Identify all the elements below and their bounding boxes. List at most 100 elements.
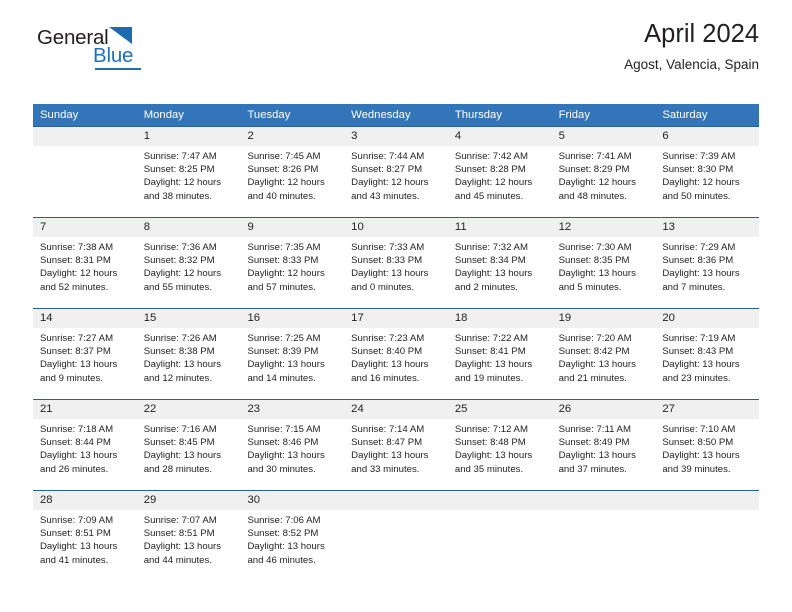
day-cell[interactable]: 18 Sunrise: 7:22 AM Sunset: 8:41 PM Dayl… bbox=[447, 309, 552, 399]
sunrise-text: Sunrise: 7:25 AM bbox=[247, 333, 321, 344]
day-cell[interactable]: 22 Sunrise: 7:16 AM Sunset: 8:45 PM Dayl… bbox=[136, 400, 241, 490]
day-details: Sunrise: 7:10 AM Sunset: 8:50 PM Dayligh… bbox=[655, 419, 759, 476]
daylight-text-line1: Daylight: 13 hours bbox=[454, 268, 533, 280]
weekday-header-wednesday: Wednesday bbox=[351, 109, 411, 121]
day-details: Sunrise: 7:06 AM Sunset: 8:52 PM Dayligh… bbox=[240, 510, 344, 567]
day-details: Sunrise: 7:44 AM Sunset: 8:27 PM Dayligh… bbox=[344, 146, 448, 203]
sunrise-text: Sunrise: 7:22 AM bbox=[454, 333, 528, 344]
calendar-week: 14 Sunrise: 7:27 AM Sunset: 8:37 PM Dayl… bbox=[33, 308, 760, 399]
day-number: 13 bbox=[655, 218, 760, 237]
sunset-text: Sunset: 8:33 PM bbox=[351, 255, 423, 267]
day-cell[interactable]: 4 Sunrise: 7:42 AM Sunset: 8:28 PM Dayli… bbox=[447, 127, 552, 217]
day-details: Sunrise: 7:47 AM Sunset: 8:25 PM Dayligh… bbox=[137, 146, 241, 203]
daylight-text-line1: Daylight: 13 hours bbox=[454, 359, 533, 371]
daylight-text-line2: and 50 minutes. bbox=[662, 190, 731, 202]
day-cell[interactable]: 1 Sunrise: 7:47 AM Sunset: 8:25 PM Dayli… bbox=[136, 127, 241, 217]
day-cell[interactable]: 27 Sunrise: 7:10 AM Sunset: 8:50 PM Dayl… bbox=[655, 400, 760, 490]
daylight-text-line1: Daylight: 12 hours bbox=[40, 268, 118, 280]
day-cell[interactable]: 13 Sunrise: 7:29 AM Sunset: 8:36 PM Dayl… bbox=[655, 218, 760, 308]
day-details: Sunrise: 7:18 AM Sunset: 8:44 PM Dayligh… bbox=[33, 419, 137, 476]
day-cell[interactable]: 15 Sunrise: 7:26 AM Sunset: 8:38 PM Dayl… bbox=[136, 309, 241, 399]
sunrise-text: Sunrise: 7:32 AM bbox=[454, 242, 528, 253]
calendar-grid: Sunday Monday Tuesday Wednesday Thursday… bbox=[33, 104, 760, 581]
day-cell[interactable]: 6 Sunrise: 7:39 AM Sunset: 8:30 PM Dayli… bbox=[655, 127, 760, 217]
day-cell[interactable]: 26 Sunrise: 7:11 AM Sunset: 8:49 PM Dayl… bbox=[551, 400, 656, 490]
daylight-text-line1: Daylight: 13 hours bbox=[558, 359, 636, 371]
daylight-text-line2: and 19 minutes. bbox=[454, 372, 524, 384]
triangle-icon bbox=[109, 27, 132, 44]
day-cell[interactable]: 12 Sunrise: 7:30 AM Sunset: 8:35 PM Dayl… bbox=[551, 218, 656, 308]
day-cell[interactable] bbox=[655, 491, 760, 581]
sunrise-text: Sunrise: 7:30 AM bbox=[558, 242, 632, 253]
general-blue-logo[interactable]: General Blue bbox=[33, 26, 183, 74]
daylight-text-line1: Daylight: 13 hours bbox=[143, 359, 222, 371]
daylight-text-line1: Daylight: 12 hours bbox=[454, 177, 533, 189]
day-details: Sunrise: 7:41 AM Sunset: 8:29 PM Dayligh… bbox=[552, 146, 656, 203]
daylight-text-line1: Daylight: 13 hours bbox=[143, 450, 222, 462]
sunrise-text: Sunrise: 7:23 AM bbox=[351, 333, 425, 344]
day-number: 14 bbox=[33, 309, 137, 328]
daylight-text-line2: and 28 minutes. bbox=[143, 463, 212, 475]
day-cell[interactable]: 21 Sunrise: 7:18 AM Sunset: 8:44 PM Dayl… bbox=[33, 400, 137, 490]
day-details: Sunrise: 7:22 AM Sunset: 8:41 PM Dayligh… bbox=[448, 328, 552, 385]
day-cell[interactable] bbox=[344, 491, 448, 581]
day-details: Sunrise: 7:16 AM Sunset: 8:45 PM Dayligh… bbox=[137, 419, 241, 476]
day-cell[interactable]: 5 Sunrise: 7:41 AM Sunset: 8:29 PM Dayli… bbox=[551, 127, 656, 217]
calendar-week: 1 Sunrise: 7:47 AM Sunset: 8:25 PM Dayli… bbox=[33, 126, 760, 217]
day-details: Sunrise: 7:12 AM Sunset: 8:48 PM Dayligh… bbox=[448, 419, 552, 476]
daylight-text-line1: Daylight: 12 hours bbox=[247, 268, 325, 280]
day-cell[interactable]: 25 Sunrise: 7:12 AM Sunset: 8:48 PM Dayl… bbox=[447, 400, 552, 490]
day-number: 21 bbox=[33, 400, 137, 419]
page-subtitle: Agost, Valencia, Spain bbox=[624, 57, 759, 73]
day-cell[interactable]: 29 Sunrise: 7:07 AM Sunset: 8:51 PM Dayl… bbox=[136, 491, 241, 581]
calendar-week: 21 Sunrise: 7:18 AM Sunset: 8:44 PM Dayl… bbox=[33, 399, 760, 490]
sunrise-text: Sunrise: 7:11 AM bbox=[558, 424, 631, 435]
daylight-text-line1: Daylight: 12 hours bbox=[662, 177, 740, 189]
day-cell[interactable]: 2 Sunrise: 7:45 AM Sunset: 8:26 PM Dayli… bbox=[240, 127, 345, 217]
day-details: Sunrise: 7:42 AM Sunset: 8:28 PM Dayligh… bbox=[448, 146, 552, 203]
day-details: Sunrise: 7:35 AM Sunset: 8:33 PM Dayligh… bbox=[240, 237, 344, 294]
day-cell[interactable]: 16 Sunrise: 7:25 AM Sunset: 8:39 PM Dayl… bbox=[240, 309, 345, 399]
daylight-text-line2: and 26 minutes. bbox=[40, 463, 109, 475]
sunset-text: Sunset: 8:50 PM bbox=[662, 437, 734, 449]
daylight-text-line1: Daylight: 12 hours bbox=[143, 268, 222, 280]
day-cell[interactable]: 3 Sunrise: 7:44 AM Sunset: 8:27 PM Dayli… bbox=[344, 127, 448, 217]
day-cell[interactable]: 7 Sunrise: 7:38 AM Sunset: 8:31 PM Dayli… bbox=[33, 218, 137, 308]
day-cell[interactable] bbox=[33, 127, 137, 217]
daylight-text-line1: Daylight: 13 hours bbox=[143, 541, 222, 553]
day-cell[interactable]: 14 Sunrise: 7:27 AM Sunset: 8:37 PM Dayl… bbox=[33, 309, 137, 399]
daylight-text-line2: and 21 minutes. bbox=[558, 372, 627, 384]
sunrise-text: Sunrise: 7:15 AM bbox=[247, 424, 321, 435]
day-cell[interactable]: 24 Sunrise: 7:14 AM Sunset: 8:47 PM Dayl… bbox=[344, 400, 448, 490]
sunset-text: Sunset: 8:26 PM bbox=[247, 164, 319, 176]
daylight-text-line1: Daylight: 12 hours bbox=[143, 177, 222, 189]
day-details: Sunrise: 7:33 AM Sunset: 8:33 PM Dayligh… bbox=[344, 237, 448, 294]
daylight-text-line1: Daylight: 13 hours bbox=[40, 541, 118, 553]
daylight-text-line2: and 57 minutes. bbox=[247, 281, 316, 293]
day-cell[interactable] bbox=[551, 491, 656, 581]
sunset-text: Sunset: 8:52 PM bbox=[247, 528, 319, 540]
sunrise-text: Sunrise: 7:18 AM bbox=[40, 424, 114, 435]
daylight-text-line1: Daylight: 12 hours bbox=[247, 177, 325, 189]
day-number: 26 bbox=[551, 400, 656, 419]
daylight-text-line1: Daylight: 13 hours bbox=[351, 268, 429, 280]
day-cell[interactable]: 8 Sunrise: 7:36 AM Sunset: 8:32 PM Dayli… bbox=[136, 218, 241, 308]
day-cell[interactable]: 30 Sunrise: 7:06 AM Sunset: 8:52 PM Dayl… bbox=[240, 491, 345, 581]
day-cell[interactable]: 19 Sunrise: 7:20 AM Sunset: 8:42 PM Dayl… bbox=[551, 309, 656, 399]
daylight-text-line1: Daylight: 13 hours bbox=[662, 268, 740, 280]
day-cell[interactable]: 23 Sunrise: 7:15 AM Sunset: 8:46 PM Dayl… bbox=[240, 400, 345, 490]
day-details: Sunrise: 7:36 AM Sunset: 8:32 PM Dayligh… bbox=[137, 237, 241, 294]
day-cell[interactable]: 17 Sunrise: 7:23 AM Sunset: 8:40 PM Dayl… bbox=[344, 309, 448, 399]
sunrise-text: Sunrise: 7:26 AM bbox=[143, 333, 217, 344]
weekday-header-friday: Friday bbox=[558, 109, 590, 121]
day-cell[interactable]: 10 Sunrise: 7:33 AM Sunset: 8:33 PM Dayl… bbox=[344, 218, 448, 308]
day-cell[interactable]: 11 Sunrise: 7:32 AM Sunset: 8:34 PM Dayl… bbox=[447, 218, 552, 308]
day-cell[interactable] bbox=[447, 491, 552, 581]
day-number: 24 bbox=[344, 400, 448, 419]
day-cell[interactable]: 9 Sunrise: 7:35 AM Sunset: 8:33 PM Dayli… bbox=[240, 218, 345, 308]
day-cell[interactable]: 28 Sunrise: 7:09 AM Sunset: 8:51 PM Dayl… bbox=[33, 491, 137, 581]
day-number: 4 bbox=[447, 127, 552, 146]
day-cell[interactable]: 20 Sunrise: 7:19 AM Sunset: 8:43 PM Dayl… bbox=[655, 309, 760, 399]
daylight-text-line2: and 38 minutes. bbox=[143, 190, 212, 202]
day-details bbox=[448, 510, 552, 514]
